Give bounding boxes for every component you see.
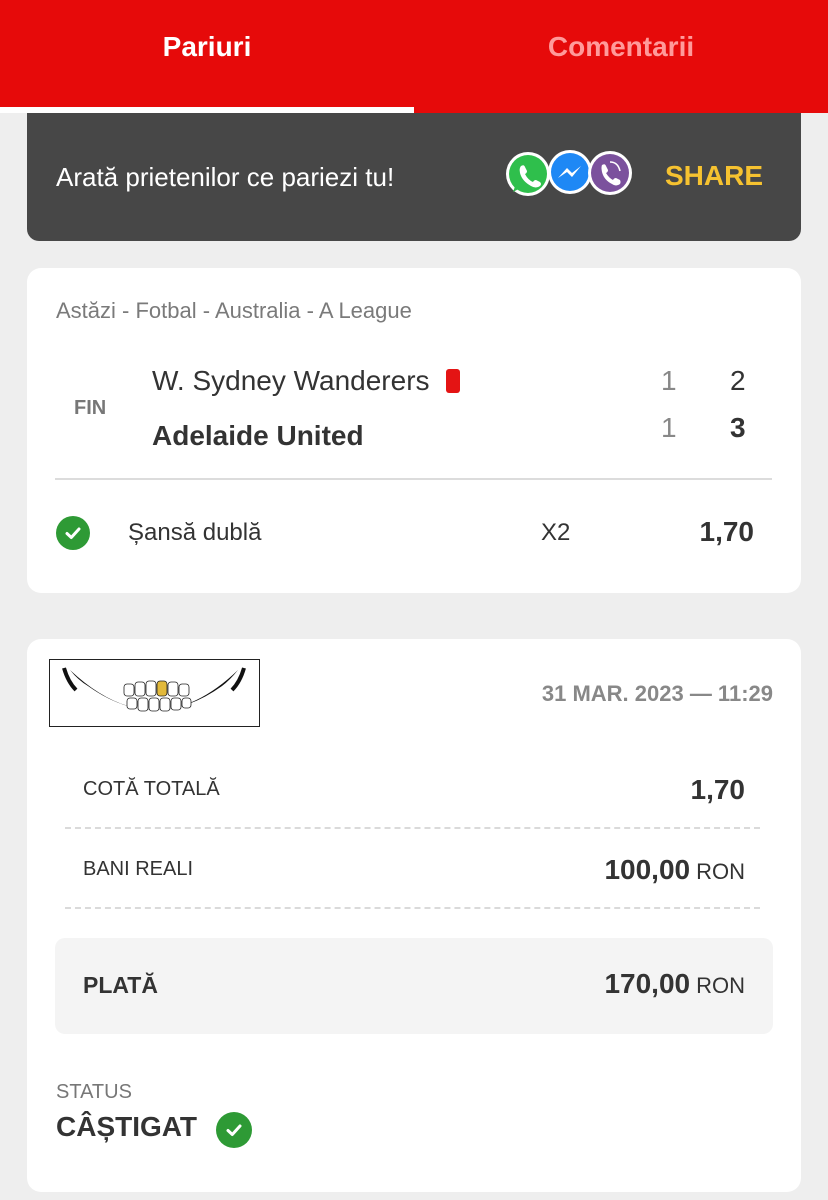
away-team-name: Adelaide United <box>152 420 364 451</box>
total-odds-label: COTĂ TOTALĂ <box>83 778 220 800</box>
payout-amount: 170,00 <box>604 968 691 999</box>
stake-currency: RON <box>696 859 745 884</box>
status-value: CÂȘTIGAT <box>56 1111 198 1142</box>
total-odds: 1,70 <box>690 774 746 805</box>
whatsapp-icon[interactable] <box>506 152 550 196</box>
red-card-icon <box>445 369 460 393</box>
check-icon <box>56 516 90 550</box>
selection-odd: 1,70 <box>699 516 755 547</box>
selection: X2 <box>541 519 571 546</box>
payout-currency: RON <box>696 973 745 998</box>
dashed-divider <box>65 827 760 829</box>
share-app-icons[interactable] <box>504 148 634 200</box>
home-team: W. Sydney Wanderers <box>152 365 460 397</box>
breadcrumb: Astăzi - Fotbal - Australia - A League <box>56 298 412 323</box>
status-label: STATUS <box>56 1081 132 1103</box>
share-banner: Arată prietenilor ce pariezi tu! SHARE <box>27 113 801 241</box>
tab-bar: Pariuri Comentarii <box>0 0 828 113</box>
stake-value: 100,00 RON <box>604 854 745 886</box>
smile-logo <box>49 659 260 727</box>
home-halftime-score: 1 <box>661 365 677 396</box>
bet-event-card: Astăzi - Fotbal - Australia - A League F… <box>27 268 801 593</box>
tab-comentarii[interactable]: Comentarii <box>414 0 828 113</box>
away-halftime-score: 1 <box>661 412 677 443</box>
payout-value: 170,00 RON <box>604 968 745 1000</box>
ticket-date: 31 MAR. 2023 — 11:29 <box>541 681 773 706</box>
payout-label: PLATĂ <box>83 972 158 998</box>
share-text: Arată prietenilor ce pariezi tu! <box>56 161 395 192</box>
away-final-score: 3 <box>730 412 746 443</box>
market-name: Șansă dublă <box>128 519 262 546</box>
share-button[interactable]: SHARE <box>665 160 763 192</box>
messenger-icon[interactable] <box>548 150 592 194</box>
tab-pariuri[interactable]: Pariuri <box>0 0 414 113</box>
smile-logo-graphic <box>62 667 246 712</box>
stake-amount: 100,00 <box>604 854 691 885</box>
total-odds-value: 1,70 <box>691 774 746 806</box>
stake-label: BANI REALI <box>83 858 194 880</box>
viber-icon[interactable] <box>588 151 632 195</box>
home-team-name: W. Sydney Wanderers <box>152 365 430 396</box>
ticket-summary-card: 31 MAR. 2023 — 11:29 COTĂ TOTALĂ 1,70 BA… <box>27 639 801 1192</box>
dashed-divider <box>65 907 760 909</box>
divider <box>55 478 772 480</box>
away-team: Adelaide United <box>152 420 364 452</box>
match-status: FIN <box>74 397 107 419</box>
check-icon <box>216 1112 252 1148</box>
home-final-score: 2 <box>730 365 746 396</box>
payout-box: PLATĂ 170,00 RON <box>55 938 773 1034</box>
